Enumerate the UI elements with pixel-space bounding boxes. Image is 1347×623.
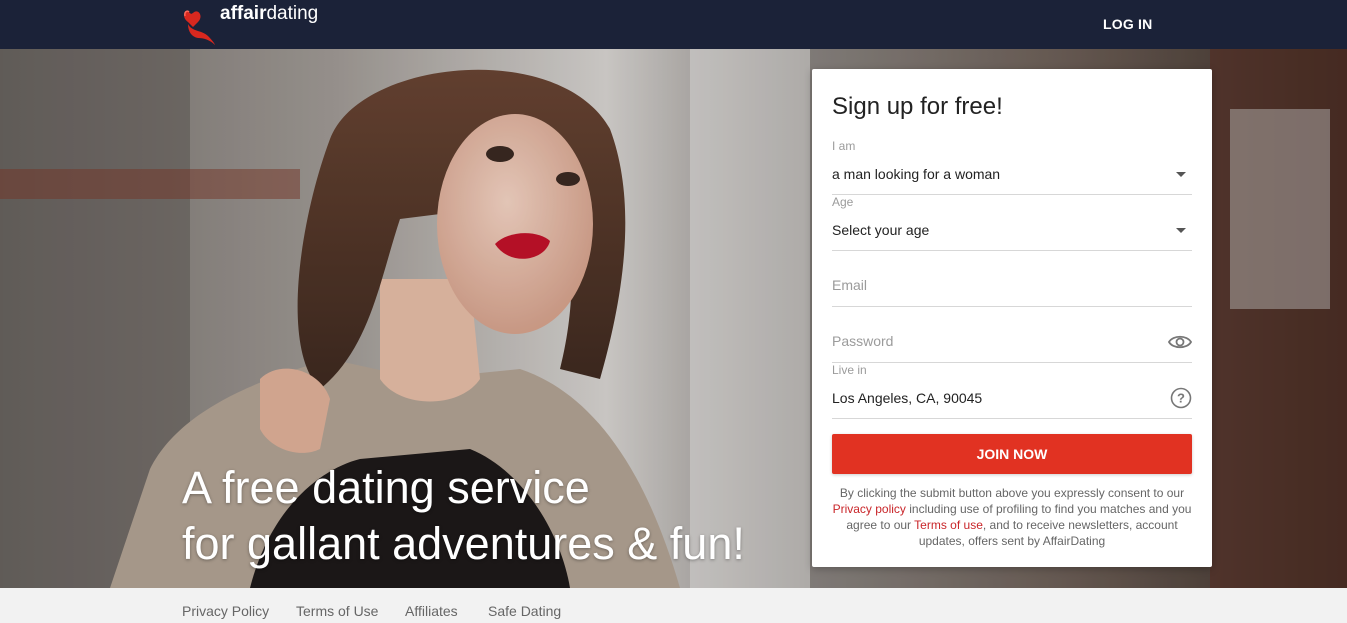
footer-link-privacy-policy[interactable]: Privacy Policy bbox=[182, 603, 269, 619]
password-field[interactable]: Password bbox=[832, 307, 1192, 363]
email-placeholder: Email bbox=[832, 277, 868, 293]
svg-text:?: ? bbox=[1177, 391, 1185, 406]
privacy-policy-link[interactable]: Privacy policy bbox=[833, 502, 906, 516]
consent-text: By clicking the submit button above you … bbox=[832, 486, 1192, 548]
footer: Privacy Policy Terms of Use Affiliates S… bbox=[0, 588, 1347, 623]
hero-headline-line-2: for gallant adventures & fun! bbox=[182, 518, 745, 569]
chevron-down-icon bbox=[1176, 172, 1186, 177]
livein-value: Los Angeles, CA, 90045 bbox=[832, 390, 983, 406]
age-value: Select your age bbox=[832, 222, 930, 238]
age-select[interactable]: Age Select your age bbox=[832, 195, 1192, 251]
eye-icon[interactable] bbox=[1168, 331, 1192, 353]
password-placeholder: Password bbox=[832, 333, 894, 349]
iam-select[interactable]: I am a man looking for a woman bbox=[832, 139, 1192, 195]
join-now-button[interactable]: JOIN NOW bbox=[832, 434, 1192, 474]
signup-title: Sign up for free! bbox=[832, 93, 1003, 120]
top-navigation-bar: affairdating LOG IN bbox=[0, 0, 1347, 49]
signup-card: Sign up for free! I am a man looking for… bbox=[812, 69, 1212, 567]
login-link[interactable]: LOG IN bbox=[1103, 16, 1152, 32]
chevron-down-icon bbox=[1176, 228, 1186, 233]
terms-of-use-link[interactable]: Terms of use bbox=[914, 518, 983, 532]
footer-link-terms-of-use[interactable]: Terms of Use bbox=[296, 603, 378, 619]
lips-heart-icon bbox=[184, 10, 215, 45]
iam-value: a man looking for a woman bbox=[832, 166, 1001, 182]
footer-link-safe-dating[interactable]: Safe Dating bbox=[488, 603, 561, 619]
footer-link-affiliates[interactable]: Affiliates bbox=[405, 603, 458, 619]
hero-headline: A free dating service for gallant advent… bbox=[182, 460, 745, 572]
age-label: Age bbox=[832, 195, 854, 209]
livein-field[interactable]: Live in Los Angeles, CA, 90045 ? bbox=[832, 363, 1192, 419]
logo-wordmark: affairdating bbox=[220, 3, 319, 24]
affairdating-logo[interactable]: affairdating bbox=[182, 2, 318, 46]
livein-label: Live in bbox=[832, 363, 867, 377]
hero-headline-line-1: A free dating service bbox=[182, 462, 590, 513]
email-field[interactable]: Email bbox=[832, 251, 1192, 307]
question-circle-icon[interactable]: ? bbox=[1170, 387, 1192, 409]
iam-label: I am bbox=[832, 139, 856, 153]
